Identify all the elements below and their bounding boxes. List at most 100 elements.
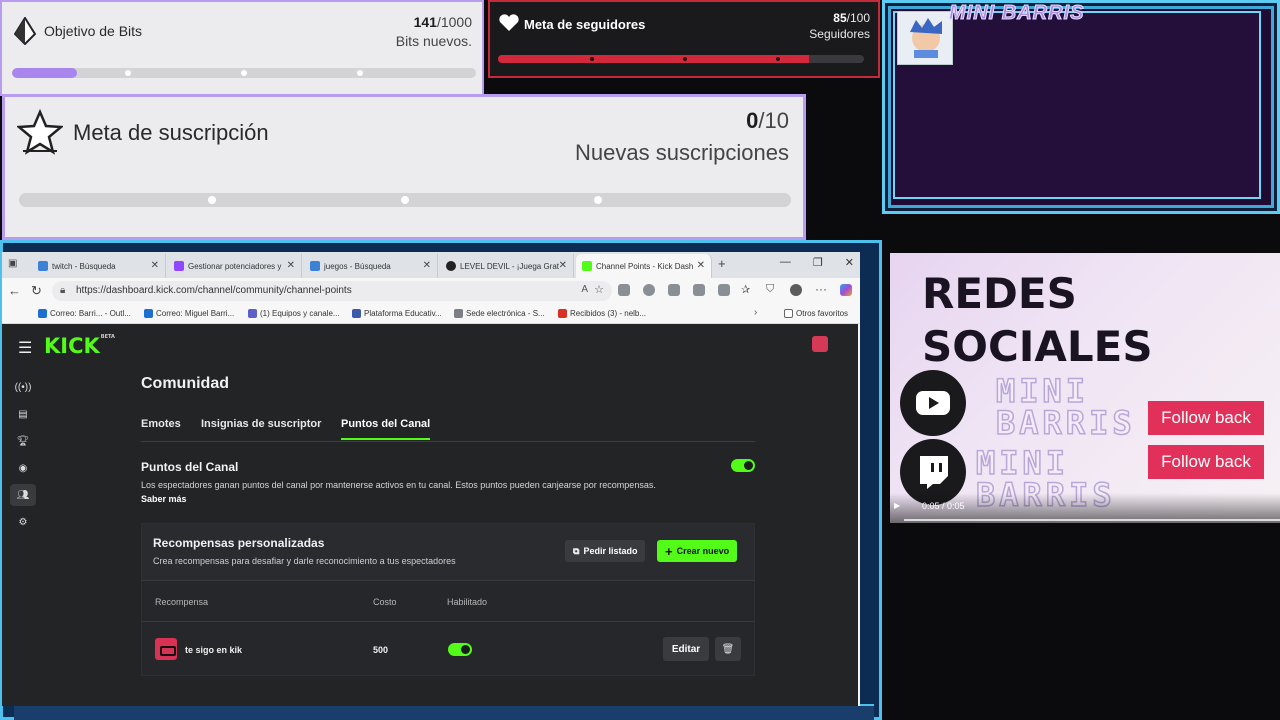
- lock-icon: 🔒︎: [60, 285, 66, 296]
- kick-logo-text: KICK: [44, 334, 100, 358]
- minimize-icon[interactable]: —: [780, 256, 791, 269]
- back-icon[interactable]: ←: [8, 283, 21, 298]
- followers-milestone: [683, 57, 687, 61]
- reward-enabled-toggle[interactable]: [448, 643, 472, 656]
- bookmark-item[interactable]: Correo: Barri... - Outl...: [38, 309, 131, 318]
- rewards-table-header: Recompensa Costo Habilitado: [142, 582, 754, 622]
- reward-name: te sigo en kik: [185, 645, 243, 655]
- edit-reward-button[interactable]: Editar: [663, 637, 709, 661]
- followers-milestone: [776, 57, 780, 61]
- subs-target: /10: [758, 108, 789, 133]
- analytics-icon[interactable]: ▤: [10, 403, 36, 425]
- twitch-follow-button[interactable]: Follow back: [1148, 445, 1264, 479]
- document-icon: [454, 309, 463, 318]
- bookmark-item[interactable]: Correo: Miguel Barri...: [144, 309, 234, 318]
- close-tab-icon[interactable]: ✕: [423, 260, 431, 271]
- favorites-icon[interactable]: ✰: [741, 283, 750, 296]
- request-list-button[interactable]: ⧉ Pedir listado: [565, 540, 646, 562]
- extension-icon[interactable]: [693, 284, 705, 296]
- new-tab-icon[interactable]: +: [718, 256, 726, 271]
- copilot-icon[interactable]: [840, 284, 852, 296]
- mail-icon: [38, 309, 47, 318]
- avatar-face-icon: [910, 18, 942, 58]
- more-menu-icon[interactable]: ···: [815, 282, 827, 296]
- url-field[interactable]: 🔒︎ https://dashboard.kick.com/channel/co…: [52, 281, 612, 301]
- learn-more-link[interactable]: Saber más: [141, 494, 187, 504]
- custom-rewards-panel: Recompensas personalizadas Crea recompen…: [141, 523, 755, 676]
- play-icon[interactable]: ▶: [894, 501, 900, 510]
- video-progress-bar[interactable]: [904, 519, 1280, 521]
- other-favorites-folder[interactable]: Otros favoritos: [784, 309, 848, 318]
- url-text: https://dashboard.kick.com/channel/commu…: [76, 285, 352, 296]
- browser-tab[interactable]: juegos - Búsqueda ✕: [304, 254, 438, 278]
- bookmark-item[interactable]: Plataforma Educativ...: [352, 309, 442, 318]
- channel-points-description: Los espectadores ganan puntos del canal …: [141, 480, 656, 490]
- create-new-button[interactable]: + Crear nuevo: [657, 540, 738, 562]
- browser-window: ▣ twitch - Búsqueda ✕ Gestionar potencia…: [2, 252, 860, 706]
- tab-emotes[interactable]: Emotes: [141, 418, 181, 438]
- bookmark-item[interactable]: (1) Equipos y canale...: [248, 309, 340, 318]
- bits-caption: Bits nuevos.: [395, 33, 472, 49]
- tab-actions-icon[interactable]: ▣: [8, 258, 17, 269]
- heart-icon: [499, 14, 519, 31]
- moderation-icon[interactable]: ◉: [10, 457, 36, 479]
- bookmark-label: Correo: Barri... - Outl...: [50, 309, 131, 318]
- community-icon[interactable]: 👥︎: [10, 484, 36, 506]
- extension-icon[interactable]: [618, 284, 630, 296]
- beta-badge: BETA: [100, 334, 115, 340]
- tab-channel-points[interactable]: Puntos del Canal: [341, 418, 431, 440]
- subscription-progress-bar: [19, 193, 791, 207]
- youtube-follow-button[interactable]: Follow back: [1148, 401, 1264, 435]
- bookmark-label: (1) Equipos y canale...: [260, 309, 340, 318]
- read-aloud-icon[interactable]: A: [581, 284, 588, 295]
- browser-tab[interactable]: twitch - Búsqueda ✕: [32, 254, 166, 278]
- split-screen-icon[interactable]: [718, 284, 730, 296]
- browser-tab[interactable]: LEVEL DEVIL - ¡Juega Grat ✕: [440, 254, 574, 278]
- close-tab-icon[interactable]: ✕: [287, 260, 295, 271]
- close-tab-icon[interactable]: ✕: [559, 260, 567, 271]
- bits-goal-title: Objetivo de Bits: [44, 23, 143, 39]
- subscription-goal-title: Meta de suscripción: [73, 120, 269, 145]
- channel-points-toggle[interactable]: [731, 459, 755, 472]
- delete-reward-button[interactable]: 🗑︎: [715, 637, 741, 661]
- bookmark-item[interactable]: Sede electrónica - S...: [454, 309, 545, 318]
- tab-label: twitch - Búsqueda: [52, 261, 116, 271]
- bookmark-item[interactable]: Recibidos (3) - nelb...: [558, 309, 646, 318]
- kick-logo[interactable]: KICKBETA: [44, 334, 115, 358]
- bookmark-label: Plataforma Educativ...: [364, 309, 442, 318]
- star-icon: [17, 109, 63, 155]
- followers-goal-title: Meta de seguidores: [524, 17, 646, 32]
- browser-tab[interactable]: Gestionar potenciadores y ✕: [168, 254, 302, 278]
- extension-icon[interactable]: [643, 284, 655, 296]
- chevron-right-icon[interactable]: ›: [754, 307, 757, 318]
- platform-icon: [352, 309, 361, 318]
- video-controls: ▶ 0:05 / 0:05: [890, 493, 1280, 523]
- trophy-icon[interactable]: 🏆︎: [10, 430, 36, 452]
- window-controls: — ❐ ✕: [780, 256, 854, 269]
- settings-gear-icon[interactable]: ⚙: [10, 511, 36, 533]
- favorite-star-icon[interactable]: ☆: [594, 283, 604, 296]
- user-avatar[interactable]: [812, 336, 828, 352]
- tab-subscriber-badges[interactable]: Insignias de suscriptor: [201, 418, 321, 438]
- button-label: Crear nuevo: [676, 546, 730, 556]
- refresh-icon[interactable]: ↻: [31, 283, 42, 299]
- profile-avatar[interactable]: [790, 284, 802, 296]
- browser-tab-active[interactable]: Channel Points - Kick Dash ✕: [576, 254, 712, 278]
- close-window-icon[interactable]: ✕: [845, 256, 854, 269]
- gmail-icon: [558, 309, 567, 318]
- followers-target: /100: [846, 11, 870, 25]
- close-tab-icon[interactable]: ✕: [151, 260, 159, 271]
- extension-icon[interactable]: [668, 284, 680, 296]
- bits-milestone: [357, 70, 363, 76]
- column-header-reward: Recompensa: [155, 597, 209, 607]
- followers-milestone: [590, 57, 594, 61]
- restore-icon[interactable]: ❐: [813, 256, 823, 269]
- bookmark-label: Correo: Miguel Barri...: [156, 309, 235, 318]
- close-tab-icon[interactable]: ✕: [697, 260, 705, 271]
- tab-bar: ▣ twitch - Búsqueda ✕ Gestionar potencia…: [2, 252, 860, 278]
- followers-current: 85: [833, 11, 847, 25]
- live-icon[interactable]: ((•)): [10, 376, 36, 398]
- menu-icon[interactable]: ☰: [18, 338, 32, 358]
- youtube-icon: [916, 391, 950, 415]
- shield-icon[interactable]: ⛉: [766, 283, 774, 296]
